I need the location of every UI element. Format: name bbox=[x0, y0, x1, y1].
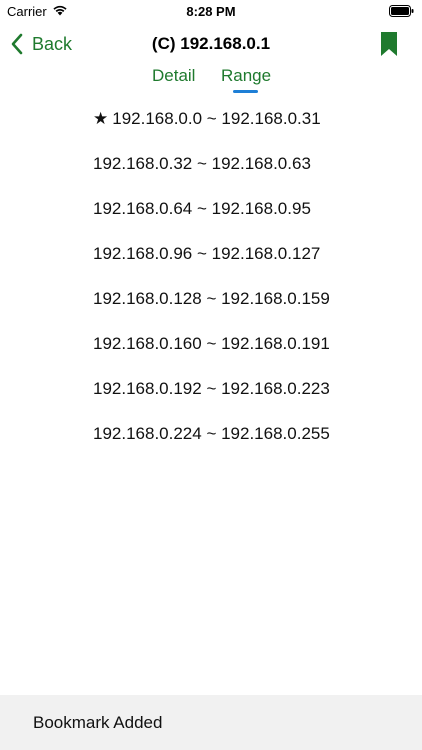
bookmark-icon[interactable] bbox=[380, 31, 398, 57]
list-item[interactable]: 192.168.0.192 ~ 192.168.0.223 bbox=[0, 366, 422, 411]
status-bar: Carrier 8:28 PM bbox=[0, 0, 422, 22]
star-icon: ★ bbox=[93, 108, 109, 128]
range-label: 192.168.0.224 ~ 192.168.0.255 bbox=[93, 423, 330, 443]
page-title: (C) 192.168.0.1 bbox=[151, 34, 271, 53]
navigation-bar: Back (C) 192.168.0.1 bbox=[0, 22, 422, 66]
list-item[interactable]: 192.168.0.224 ~ 192.168.0.255 bbox=[0, 411, 422, 456]
range-label: 192.168.0.192 ~ 192.168.0.223 bbox=[93, 378, 330, 398]
range-label: 192.168.0.0 ~ 192.168.0.31 bbox=[112, 108, 321, 128]
tab-selected-indicator bbox=[233, 90, 258, 93]
range-label: 192.168.0.96 ~ 192.168.0.127 bbox=[93, 243, 321, 263]
range-label: 192.168.0.128 ~ 192.168.0.159 bbox=[93, 288, 330, 308]
app-screen: Carrier 8:28 PM Back (C) 192.168.0.1 Det… bbox=[0, 0, 422, 750]
tab-range[interactable]: Range bbox=[221, 66, 271, 86]
toast-text: Bookmark Added bbox=[33, 712, 163, 732]
range-label: 192.168.0.64 ~ 192.168.0.95 bbox=[93, 198, 311, 218]
range-label: 192.168.0.32 ~ 192.168.0.63 bbox=[93, 153, 311, 173]
battery-icon bbox=[389, 5, 414, 17]
list-item[interactable]: 192.168.0.64 ~ 192.168.0.95 bbox=[0, 186, 422, 231]
status-time: 8:28 PM bbox=[186, 4, 236, 19]
list-item[interactable]: 192.168.0.128 ~ 192.168.0.159 bbox=[0, 276, 422, 321]
list-item[interactable]: 192.168.0.96 ~ 192.168.0.127 bbox=[0, 231, 422, 276]
segment-tabs: Detail Range bbox=[0, 66, 422, 96]
list-item[interactable]: ★ 192.168.0.0 ~ 192.168.0.31 bbox=[0, 96, 422, 141]
range-list: ★ 192.168.0.0 ~ 192.168.0.31 192.168.0.3… bbox=[0, 96, 422, 456]
range-label: 192.168.0.160 ~ 192.168.0.191 bbox=[93, 333, 330, 353]
tab-detail[interactable]: Detail bbox=[152, 66, 195, 86]
toast-message: Bookmark Added bbox=[0, 695, 422, 750]
list-item[interactable]: 192.168.0.160 ~ 192.168.0.191 bbox=[0, 321, 422, 366]
list-item[interactable]: 192.168.0.32 ~ 192.168.0.63 bbox=[0, 141, 422, 186]
